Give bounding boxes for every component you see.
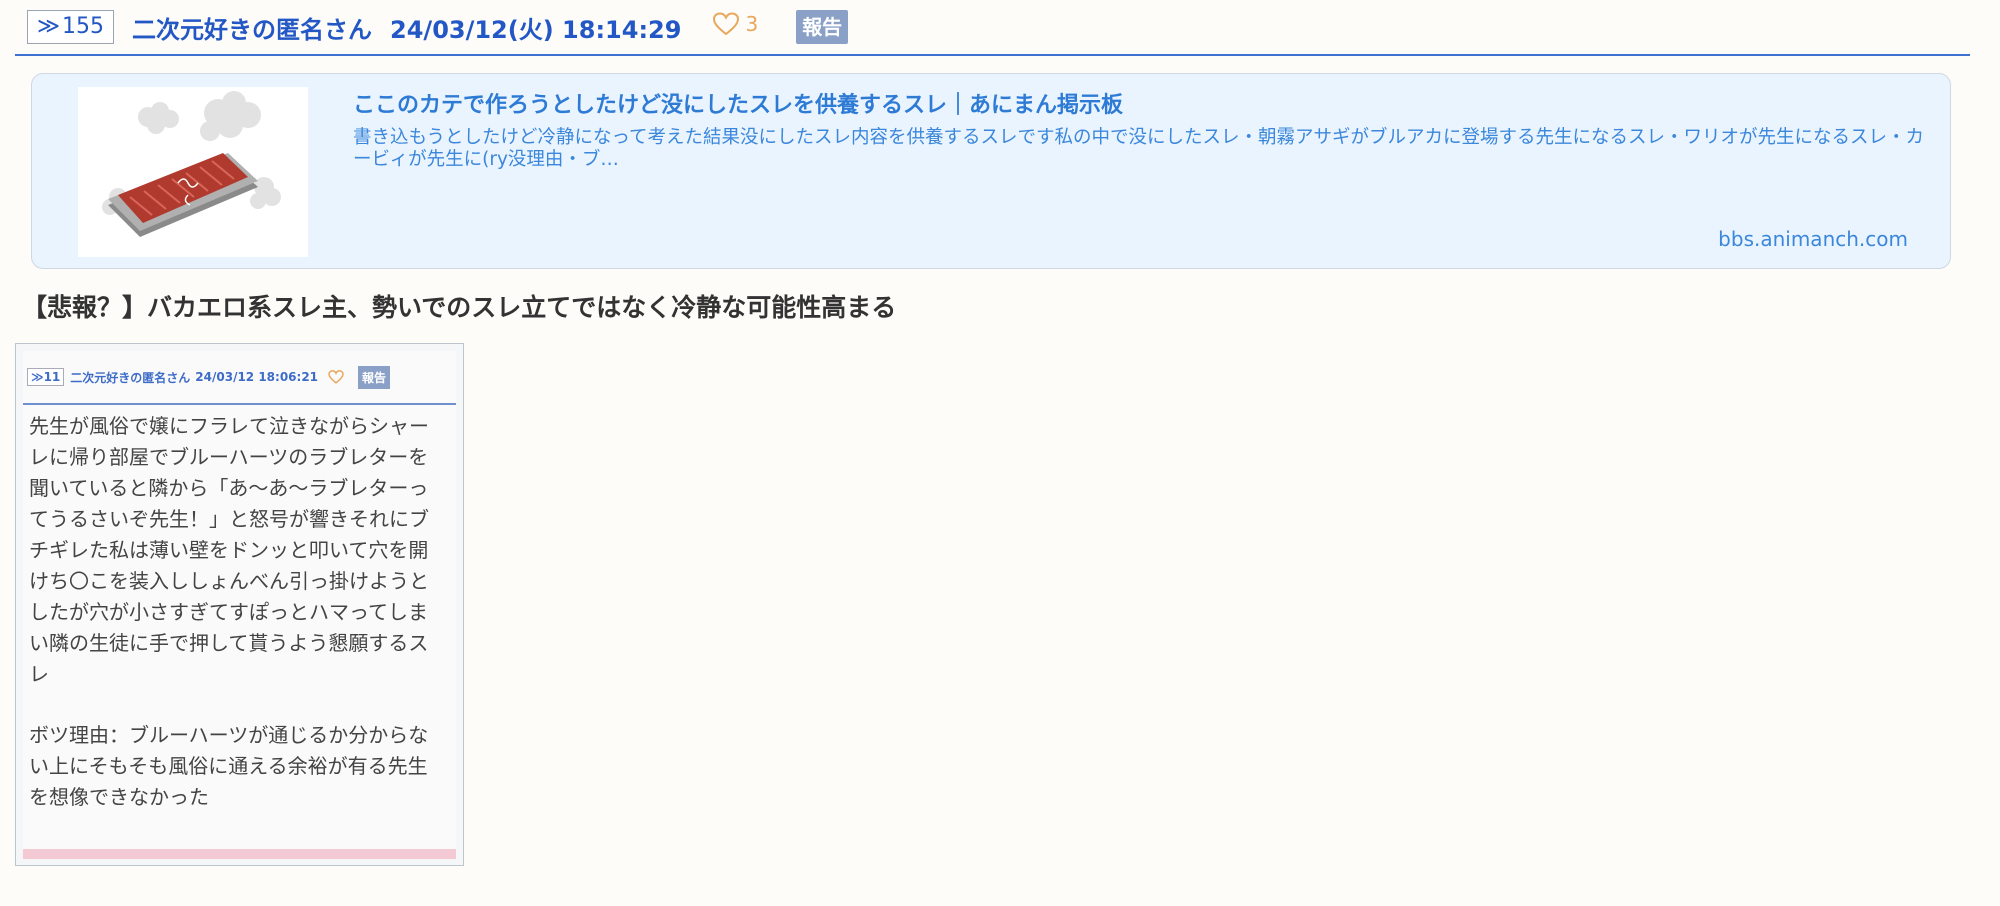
image-res-number-label: 11 [43,370,61,384]
image-reply-arrow-icon: ≫ [31,370,44,384]
post-date: 24/03/12(火) 18:14:29 [390,15,682,44]
heart-icon [713,12,740,36]
image-paragraph-reason: ボツ理由：ブルーハーツが通じるか分からない上にそもそも風俗に通える余裕が有る先生… [29,723,429,809]
card-description: 書き込もうとしたけど冷静になって考えた結果没にしたスレ内容を供養するスレです私の… [353,127,1925,170]
card-domain: bbs.animanch.com [1718,227,1908,251]
image-post-body: 先生が風俗で嬢にフラレて泣きながらシャーレに帰り部屋でブルーハーツのラブレターを… [29,411,444,843]
like-button[interactable]: 3 [713,12,758,36]
post-attached-image[interactable]: ≫11 二次元好きの匿名さん 24/03/12 18:06:21 報告 先生が風… [15,343,464,866]
burnt-food-plate-icon [102,91,281,237]
reply-arrow-icon: ≫ [37,14,61,39]
image-heart-icon [328,370,344,384]
report-button[interactable]: 報告 [796,10,849,44]
post-header: ≫ 155 二次元好きの匿名さん 24/03/12(火) 18:14:29 3 … [15,0,1970,56]
card-title: ここのカテで作ろうとしたけど没にしたスレを供養するスレ｜あにまん掲示板 [353,93,1124,118]
image-paragraph-story: 先生が風俗で嬢にフラレて泣きながらシャーレに帰り部屋でブルーハーツのラブレターを… [29,414,429,686]
image-post-date: 24/03/12 18:06:21 [195,370,319,384]
image-content: ≫11 二次元好きの匿名さん 24/03/12 18:06:21 報告 先生が風… [23,351,456,851]
image-bottom-bar [23,849,456,859]
image-post-header: ≫11 二次元好きの匿名さん 24/03/12 18:06:21 報告 [23,351,456,405]
res-number-button[interactable]: ≫ 155 [27,10,115,44]
card-thumbnail [78,87,308,257]
post-body-text: 【悲報？】バカエロ系スレ主、勢いでのスレ立てではなく冷静な可能性高まる [22,293,897,322]
image-res-number: ≫11 [27,368,65,386]
res-number-label: 155 [62,14,105,39]
like-count: 3 [745,12,759,36]
link-preview-card[interactable]: ここのカテで作ろうとしたけど没にしたスレを供養するスレ｜あにまん掲示板 書き込も… [31,73,1951,269]
poster-name: 二次元好きの匿名さん [132,15,373,44]
image-report-badge: 報告 [358,365,391,389]
image-poster-name: 二次元好きの匿名さん [70,370,191,385]
